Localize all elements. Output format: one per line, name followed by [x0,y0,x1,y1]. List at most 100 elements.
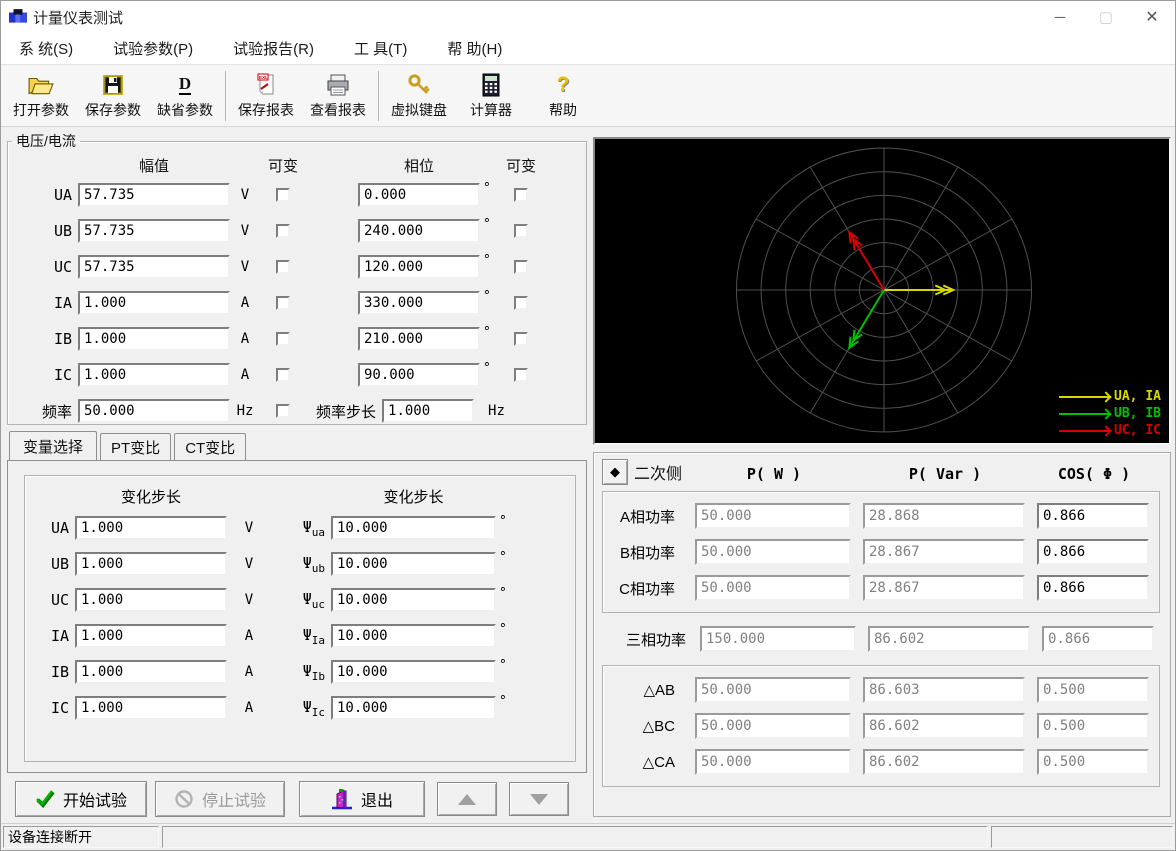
default-params-button[interactable]: D 缺省参数 [149,68,221,124]
ib-step-input[interactable] [75,660,227,684]
help-button[interactable]: ? 帮助 [527,68,599,124]
up-button[interactable] [437,782,497,816]
virtual-keyboard-button[interactable]: 虚拟键盘 [383,68,455,124]
menu-help[interactable]: 帮 助(H) [443,36,506,61]
ua-phase-input[interactable] [358,183,480,207]
ia-amplitude-input[interactable] [78,291,230,315]
step-row-uc: UC V Ψuc ° [25,582,575,618]
uc-phase-variable-checkbox[interactable] [514,260,528,274]
legend-label: UB, IB [1114,406,1161,421]
row-label: UC [25,591,75,609]
ia-phase-input[interactable] [358,291,480,315]
minimize-button[interactable]: ─ [1037,1,1083,33]
psi-ub-step-input[interactable] [331,552,496,576]
phase-c-cos-readout [1037,575,1149,601]
phase-a-power-row: A相功率 [609,498,1153,534]
exit-label: 退出 [361,787,393,811]
tab-pt-ratio[interactable]: PT变比 [100,433,171,460]
ub-amp-variable-checkbox[interactable] [276,224,290,238]
vi-row-uc: UC V ° [8,249,586,285]
close-icon: ✕ [1145,7,1158,27]
frequency-step-input[interactable] [382,399,474,423]
ib-phase-variable-checkbox[interactable] [514,332,528,346]
row-label: IB [25,663,75,681]
open-params-button[interactable]: 打开参数 [5,68,77,124]
step-row-ib: IB A ΨIb ° [25,654,575,690]
uc-phase-input[interactable] [358,255,480,279]
toolbar: 打开参数 保存参数 D 缺省参数 [1,65,1175,127]
view-report-button[interactable]: 查看报表 [302,68,374,124]
ub-phase-variable-checkbox[interactable] [514,224,528,238]
ic-phase-input[interactable] [358,363,480,387]
ib-amplitude-input[interactable] [78,327,230,351]
legend-ub-ib: UB, IB [1059,405,1161,422]
degree-mark: ° [480,181,498,196]
psi-ic-step-input[interactable] [331,696,496,720]
phase-b-p-readout [695,539,851,565]
row-label: UB [25,555,75,573]
ic-amplitude-input[interactable] [78,363,230,387]
psi-ua-step-input[interactable] [331,516,496,540]
ua-phase-variable-checkbox[interactable] [514,188,528,202]
tab-variable-select[interactable]: 变量选择 [9,431,97,460]
legend-ua-ia: UA, IA [1059,388,1161,405]
phase-c-p-readout [695,575,851,601]
ua-amplitude-input[interactable] [78,183,230,207]
ia-phase-variable-checkbox[interactable] [514,296,528,310]
ia-amp-variable-checkbox[interactable] [276,296,290,310]
legend-label: UA, IA [1114,389,1161,404]
uc-step-input[interactable] [75,588,227,612]
psi-label: Ψua [271,518,331,539]
amplitude-header: 幅值 [78,155,230,176]
calculator-button[interactable]: 计算器 [455,68,527,124]
exit-button[interactable]: 退出 [299,781,425,817]
uc-amplitude-input[interactable] [78,255,230,279]
ub-step-input[interactable] [75,552,227,576]
menu-test-params[interactable]: 试验参数(P) [109,36,197,61]
row-label: IA [8,294,78,312]
phasor-legend: UA, IA UB, IB UC, IC [1059,388,1161,439]
secondary-side-button[interactable]: ◆ [602,459,628,485]
down-button[interactable] [509,782,569,816]
toolbar-separator [225,71,226,121]
menu-system[interactable]: 系 统(S) [15,36,77,61]
close-button[interactable]: ✕ [1129,1,1175,33]
legend-uc-ic: UC, IC [1059,422,1161,439]
menu-tools[interactable]: 工 具(T) [350,36,411,61]
exit-door-icon [331,788,353,810]
frequency-variable-checkbox[interactable] [276,404,290,418]
psi-ia-step-input[interactable] [331,624,496,648]
psi-ib-step-input[interactable] [331,660,496,684]
unit-label: V [230,223,260,239]
frequency-input[interactable] [78,399,230,423]
tool-label: 打开参数 [13,100,69,120]
menu-test-report[interactable]: 试验报告(R) [229,36,318,61]
unit-label: A [227,628,271,644]
ua-step-input[interactable] [75,516,227,540]
three-phase-p-readout [700,626,856,652]
unit-label: A [230,295,260,311]
tab-ct-ratio[interactable]: CT变比 [174,433,246,460]
ib-amp-variable-checkbox[interactable] [276,332,290,346]
ub-phase-input[interactable] [358,219,480,243]
save-report-button[interactable]: EXL 保存报表 [230,68,302,124]
save-params-button[interactable]: 保存参数 [77,68,149,124]
psi-uc-step-input[interactable] [331,588,496,612]
ic-phase-variable-checkbox[interactable] [514,368,528,382]
step-row-ic: IC A ΨIc ° [25,690,575,726]
psi-label: Ψub [271,554,331,575]
ib-phase-input[interactable] [358,327,480,351]
ic-amp-variable-checkbox[interactable] [276,368,290,382]
unit-label: A [230,331,260,347]
ub-amplitude-input[interactable] [78,219,230,243]
start-test-button[interactable]: 开始试验 [15,781,147,817]
delta-ab-row: △AB [609,672,1153,708]
window-title: 计量仪表测试 [33,7,123,28]
unit-label: V [230,187,260,203]
ia-step-input[interactable] [75,624,227,648]
degree-mark: ° [480,361,498,376]
ic-step-input[interactable] [75,696,227,720]
ua-amp-variable-checkbox[interactable] [276,188,290,202]
uc-amp-variable-checkbox[interactable] [276,260,290,274]
svg-text:EXL: EXL [259,75,268,80]
